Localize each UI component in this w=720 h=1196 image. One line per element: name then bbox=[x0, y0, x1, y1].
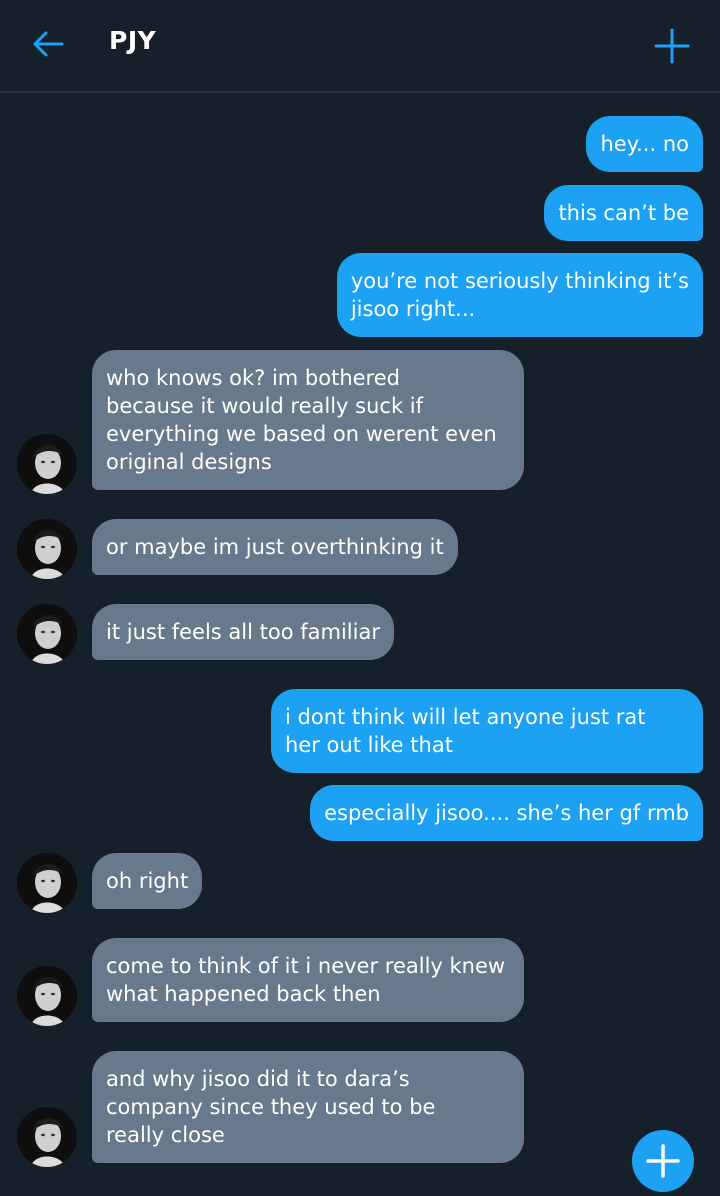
avatar[interactable] bbox=[17, 604, 77, 664]
avatar-photo-icon bbox=[17, 519, 77, 579]
message-sent: hey... no bbox=[586, 116, 703, 172]
message-sent: this can’t be bbox=[544, 185, 703, 241]
message-received: who knows ok? im bothered because it wou… bbox=[92, 350, 524, 490]
avatar-photo-icon bbox=[17, 1107, 77, 1167]
back-button[interactable] bbox=[26, 22, 70, 66]
plus-icon bbox=[646, 1144, 680, 1178]
compose-fab-button[interactable] bbox=[632, 1130, 694, 1192]
message-received: or maybe im just overthinking it bbox=[92, 519, 458, 575]
message-received: it just feels all too familiar bbox=[92, 604, 394, 660]
message-sent: especially jisoo.... she’s her gf rmb bbox=[310, 785, 703, 841]
avatar-photo-icon bbox=[17, 966, 77, 1026]
message-sent: you’re not seriously thinking it’s jisoo… bbox=[336, 253, 703, 337]
chat-title: PJY bbox=[109, 26, 157, 55]
arrow-left-icon bbox=[33, 31, 64, 57]
message-received: come to think of it i never really knew … bbox=[92, 938, 524, 1022]
message-sent: i dont think will let anyone just rat he… bbox=[271, 689, 703, 773]
add-button[interactable] bbox=[650, 24, 694, 68]
message-received: oh right bbox=[92, 853, 203, 909]
plus-icon bbox=[654, 28, 690, 64]
avatar[interactable] bbox=[17, 966, 77, 1026]
message-received: and why jisoo did it to dara’s company s… bbox=[92, 1051, 524, 1163]
avatar[interactable] bbox=[17, 434, 77, 494]
avatar[interactable] bbox=[17, 853, 77, 913]
avatar[interactable] bbox=[17, 519, 77, 579]
chat-header: PJY bbox=[0, 0, 720, 93]
avatar-photo-icon bbox=[17, 434, 77, 494]
avatar[interactable] bbox=[17, 1107, 77, 1167]
avatar-photo-icon bbox=[17, 604, 77, 664]
avatar-photo-icon bbox=[17, 853, 77, 913]
